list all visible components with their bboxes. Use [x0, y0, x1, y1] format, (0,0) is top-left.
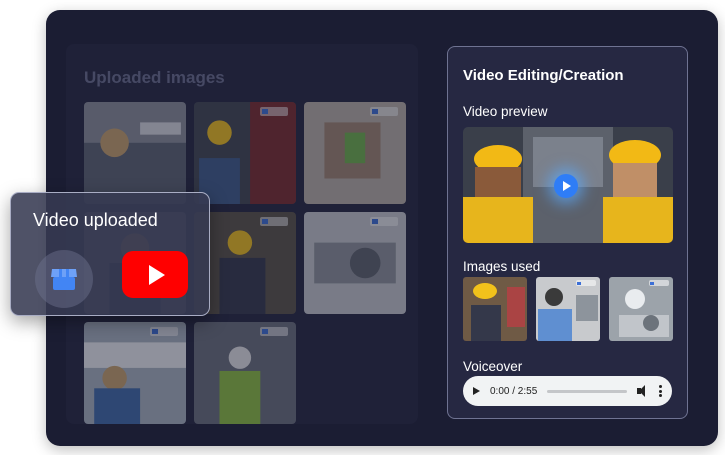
used-image-thumbnail[interactable]	[463, 277, 527, 341]
used-image-thumbnail[interactable]	[609, 277, 673, 341]
play-icon[interactable]	[554, 174, 578, 198]
image-badge	[649, 280, 669, 286]
more-vertical-icon[interactable]	[659, 385, 662, 397]
image-badge	[260, 327, 288, 336]
voiceover-label: Voiceover	[463, 359, 523, 374]
image-badge	[576, 280, 596, 286]
image-badge	[150, 327, 178, 336]
google-business-store-icon	[35, 250, 93, 308]
image-badge	[370, 107, 398, 116]
video-preview[interactable]	[463, 127, 673, 243]
gallery-thumbnail[interactable]	[84, 102, 186, 204]
audio-play-icon[interactable]	[473, 387, 480, 395]
gallery-title: Uploaded images	[84, 68, 225, 87]
upload-title: Video uploaded	[33, 210, 158, 230]
used-image-thumbnail[interactable]	[536, 277, 600, 341]
youtube-play-icon[interactable]	[122, 251, 188, 298]
gallery-thumbnail[interactable]	[194, 322, 296, 424]
gallery-thumbnail[interactable]	[194, 102, 296, 204]
gallery-thumbnail[interactable]	[304, 102, 406, 204]
video-editing-panel: Video Editing/Creation Video preview Ima…	[447, 46, 688, 419]
audio-time: 0:00 / 2:55	[490, 385, 538, 397]
images-used-label: Images used	[463, 259, 541, 274]
image-badge	[260, 107, 288, 116]
video-preview-label: Video preview	[463, 104, 548, 119]
volume-icon[interactable]	[637, 385, 649, 397]
panel-title: Video Editing/Creation	[463, 67, 624, 84]
audio-progress-bar[interactable]	[547, 389, 627, 393]
image-badge	[370, 217, 398, 226]
image-badge	[260, 217, 288, 226]
gallery-thumbnail[interactable]	[84, 322, 186, 424]
voiceover-audio-player: 0:00 / 2:55	[463, 376, 672, 406]
video-uploaded-card: Video uploaded	[10, 192, 210, 316]
gallery-thumbnail[interactable]	[304, 212, 406, 314]
